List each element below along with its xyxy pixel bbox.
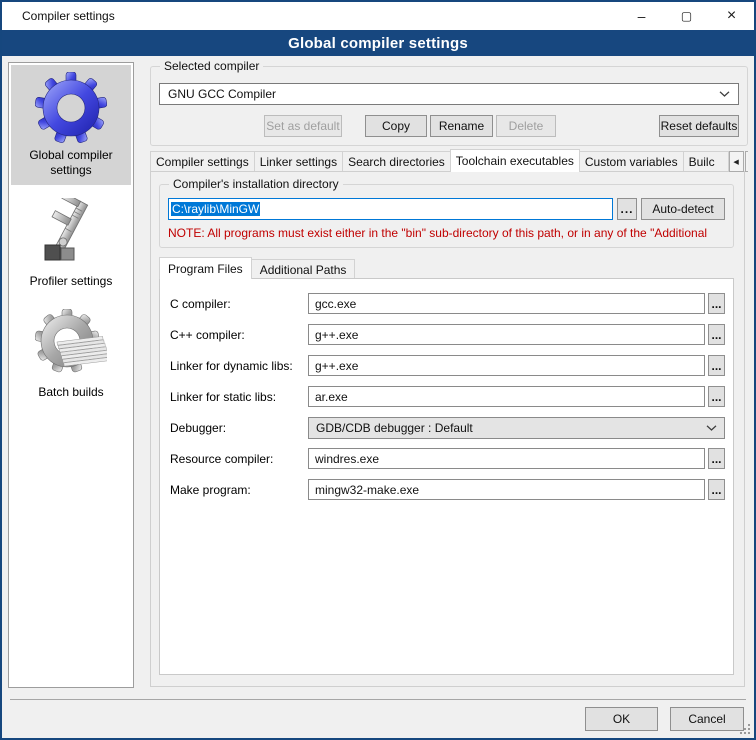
debugger-select[interactable]: GDB/CDB debugger : Default [308, 417, 725, 439]
form-row-debugger: Debugger: GDB/CDB debugger : Default [160, 412, 733, 443]
form-row-dynamic-linker: Linker for dynamic libs: g++.exe ... [160, 350, 733, 381]
field-label: Make program: [170, 483, 308, 497]
tab-additional-paths[interactable]: Additional Paths [251, 259, 356, 279]
ok-button[interactable]: OK [585, 707, 658, 731]
static-linker-input[interactable]: ar.exe [308, 386, 705, 407]
selected-compiler-group: Selected compiler GNU GCC Compiler Set a… [150, 66, 748, 146]
sidebar-item-label: Global compiler settings [13, 148, 129, 178]
installation-directory-group: Compiler's installation directory C:\ray… [159, 184, 734, 248]
set-as-default-button[interactable]: Set as default [264, 115, 342, 137]
dynamic-linker-browse-button[interactable]: ... [708, 355, 725, 376]
maximize-button[interactable]: ▢ [664, 2, 709, 30]
tab-build-options[interactable]: Builc [683, 151, 729, 172]
close-button[interactable]: × [709, 2, 754, 30]
field-label: Linker for dynamic libs: [170, 359, 308, 373]
field-label: C compiler: [170, 297, 308, 311]
caliper-icon [35, 198, 107, 270]
make-program-browse-button[interactable]: ... [708, 479, 725, 500]
field-label: Linker for static libs: [170, 390, 308, 404]
form-row-cpp-compiler: C++ compiler: g++.exe ... [160, 319, 733, 350]
tab-linker-settings[interactable]: Linker settings [254, 151, 343, 172]
sidebar-item-profiler-settings[interactable]: Profiler settings [11, 191, 131, 296]
install-dir-input[interactable]: C:\raylib\MinGW [168, 198, 613, 220]
chevron-down-icon [719, 91, 730, 97]
title-bar: Compiler settings – ▢ × [2, 2, 754, 30]
tab-search-directories[interactable]: Search directories [342, 151, 451, 172]
compiler-settings-dialog: Compiler settings – ▢ × Global compiler … [0, 0, 756, 740]
compiler-actions: Set as default Copy Rename Delete Reset … [159, 115, 739, 137]
install-dir-selected-text: C:\raylib\MinGW [171, 202, 260, 216]
toolchain-executables-page: Compiler's installation directory C:\ray… [150, 171, 745, 687]
cpp-compiler-browse-button[interactable]: ... [708, 324, 725, 345]
settings-category-list: Global compiler settings [8, 62, 134, 688]
copy-button[interactable]: Copy [365, 115, 427, 137]
sidebar-item-label: Profiler settings [13, 274, 129, 289]
field-label: C++ compiler: [170, 328, 308, 342]
field-label: Debugger: [170, 421, 308, 435]
form-row-c-compiler: C compiler: gcc.exe ... [160, 288, 733, 319]
tab-program-files[interactable]: Program Files [159, 257, 252, 279]
resource-compiler-browse-button[interactable]: ... [708, 448, 725, 469]
window-title: Compiler settings [2, 9, 619, 23]
program-files-panel: C compiler: gcc.exe ... C++ compiler: g+… [159, 278, 734, 675]
dialog-content: Global compiler settings [2, 56, 754, 738]
install-dir-browse-button[interactable]: ... [617, 198, 637, 220]
settings-tabs: Compiler settings Linker settings Search… [150, 149, 748, 172]
compiler-select-value: GNU GCC Compiler [168, 87, 719, 101]
static-linker-browse-button[interactable]: ... [708, 386, 725, 407]
sidebar-item-label: Batch builds [13, 385, 129, 400]
resource-compiler-input[interactable]: windres.exe [308, 448, 705, 469]
minimize-icon: – [638, 14, 646, 18]
auto-detect-button[interactable]: Auto-detect [641, 198, 725, 220]
debugger-select-value: GDB/CDB debugger : Default [316, 421, 473, 435]
sidebar-item-global-compiler-settings[interactable]: Global compiler settings [11, 65, 131, 185]
rename-button[interactable]: Rename [430, 115, 493, 137]
close-icon: × [727, 7, 736, 25]
tab-scroll-left-button[interactable]: ◀ [729, 151, 744, 172]
c-compiler-browse-button[interactable]: ... [708, 293, 725, 314]
page-title: Global compiler settings [2, 30, 754, 56]
form-row-static-linker: Linker for static libs: ar.exe ... [160, 381, 733, 412]
group-label: Compiler's installation directory [169, 177, 343, 191]
make-program-input[interactable]: mingw32-make.exe [308, 479, 705, 500]
maximize-icon: ▢ [681, 9, 692, 23]
gray-gear-stack-icon [35, 309, 107, 381]
form-row-resource-compiler: Resource compiler: windres.exe ... [160, 443, 733, 474]
c-compiler-input[interactable]: gcc.exe [308, 293, 705, 314]
cancel-button[interactable]: Cancel [670, 707, 744, 731]
tab-compiler-settings[interactable]: Compiler settings [150, 151, 255, 172]
installation-directory-row: C:\raylib\MinGW ... Auto-detect [168, 198, 725, 220]
delete-button[interactable]: Delete [496, 115, 556, 137]
note-text: NOTE: All programs must exist either in … [168, 226, 731, 240]
dynamic-linker-input[interactable]: g++.exe [308, 355, 705, 376]
tab-toolchain-executables[interactable]: Toolchain executables [450, 149, 580, 172]
tab-scroll-right-button[interactable]: ▶ [745, 151, 748, 172]
blue-gear-icon [35, 72, 107, 144]
chevron-down-icon [706, 425, 717, 431]
tab-scroll-buttons: ◀ ▶ [728, 151, 748, 172]
footer-separator [10, 699, 746, 700]
cpp-compiler-input[interactable]: g++.exe [308, 324, 705, 345]
compiler-select[interactable]: GNU GCC Compiler [159, 83, 739, 105]
sidebar-item-batch-builds[interactable]: Batch builds [11, 302, 131, 407]
resize-grip[interactable] [748, 732, 750, 734]
field-label: Resource compiler: [170, 452, 308, 466]
reset-defaults-button[interactable]: Reset defaults [659, 115, 739, 137]
tab-custom-variables[interactable]: Custom variables [579, 151, 684, 172]
minimize-button[interactable]: – [619, 2, 664, 30]
group-label: Selected compiler [160, 59, 263, 73]
main-panel: Selected compiler GNU GCC Compiler Set a… [145, 56, 752, 738]
form-row-make-program: Make program: mingw32-make.exe ... [160, 474, 733, 505]
program-tabs: Program Files Additional Paths [159, 257, 354, 279]
left-arrow-icon: ◀ [733, 158, 738, 166]
